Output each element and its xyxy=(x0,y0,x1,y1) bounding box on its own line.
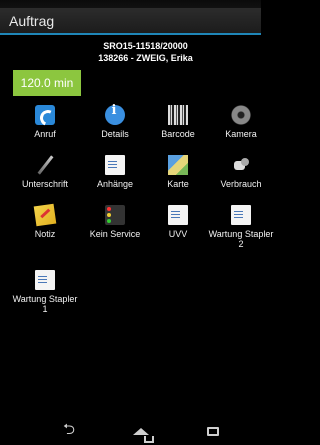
tile-label: Kein Service xyxy=(89,229,141,239)
tile-label: Anhänge xyxy=(96,179,134,189)
tile-barcode[interactable]: Barcode xyxy=(143,105,213,139)
navigation-bar: ⮌ xyxy=(0,417,261,445)
page-title: Auftrag xyxy=(9,13,55,29)
tile-label: UVV xyxy=(168,229,188,239)
tile-wartung-stapler-1[interactable]: Wartung Stapler 1 xyxy=(10,270,80,314)
tile-uvv[interactable]: UVV xyxy=(143,205,213,239)
tile-label: Details xyxy=(101,129,129,139)
customer-name: 138266 - ZWEIG, Erika xyxy=(98,53,193,63)
tile-label: Kamera xyxy=(225,129,257,139)
traffic-light-icon xyxy=(105,205,125,225)
document-icon xyxy=(35,270,55,290)
recent-apps-button[interactable] xyxy=(202,422,224,440)
note-icon xyxy=(33,203,57,227)
timer-button[interactable]: 120.0 min xyxy=(13,70,81,96)
tile-details[interactable]: Details xyxy=(80,105,150,139)
tile-label: Anruf xyxy=(34,129,56,139)
map-icon xyxy=(168,155,188,175)
back-button[interactable]: ⮌ xyxy=(58,421,80,440)
tile-notiz[interactable]: Notiz xyxy=(10,203,80,239)
pen-icon xyxy=(35,155,55,175)
tile-karte[interactable]: Karte xyxy=(143,155,213,189)
info-icon xyxy=(105,105,125,125)
document-icon xyxy=(105,155,125,175)
title-bar: Auftrag xyxy=(0,8,261,35)
order-info: SRO15-11518/20000 138266 - ZWEIG, Erika xyxy=(0,40,261,64)
tile-label: Unterschrift xyxy=(21,179,68,189)
home-icon xyxy=(133,427,154,443)
recent-apps-icon xyxy=(207,426,219,436)
tile-anruf[interactable]: Anruf xyxy=(10,105,80,139)
home-button[interactable] xyxy=(130,422,154,443)
tile-unterschrift[interactable]: Unterschrift xyxy=(10,155,80,189)
tile-kamera[interactable]: Kamera xyxy=(206,105,276,139)
tile-label: Barcode xyxy=(161,129,195,139)
tile-wartung-stapler-2[interactable]: Wartung Stapler 2 xyxy=(206,205,276,249)
order-number: SRO15-11518/20000 xyxy=(103,41,188,51)
tile-label: Notiz xyxy=(34,229,56,239)
tile-label: Karte xyxy=(167,179,189,189)
tile-kein-service[interactable]: Kein Service xyxy=(80,205,150,239)
status-bar xyxy=(0,0,261,8)
tile-label: Wartung Stapler 1 xyxy=(12,294,78,314)
phone-icon xyxy=(35,105,55,125)
tile-label: Verbrauch xyxy=(220,179,262,189)
tile-label: Wartung Stapler 2 xyxy=(208,229,274,249)
back-icon: ⮌ xyxy=(62,420,75,438)
camera-icon xyxy=(231,105,251,125)
parts-icon xyxy=(231,155,251,175)
barcode-icon xyxy=(168,105,188,125)
document-icon xyxy=(231,205,251,225)
document-icon xyxy=(168,205,188,225)
tile-anhaenge[interactable]: Anhänge xyxy=(80,155,150,189)
tile-verbrauch[interactable]: Verbrauch xyxy=(206,155,276,189)
